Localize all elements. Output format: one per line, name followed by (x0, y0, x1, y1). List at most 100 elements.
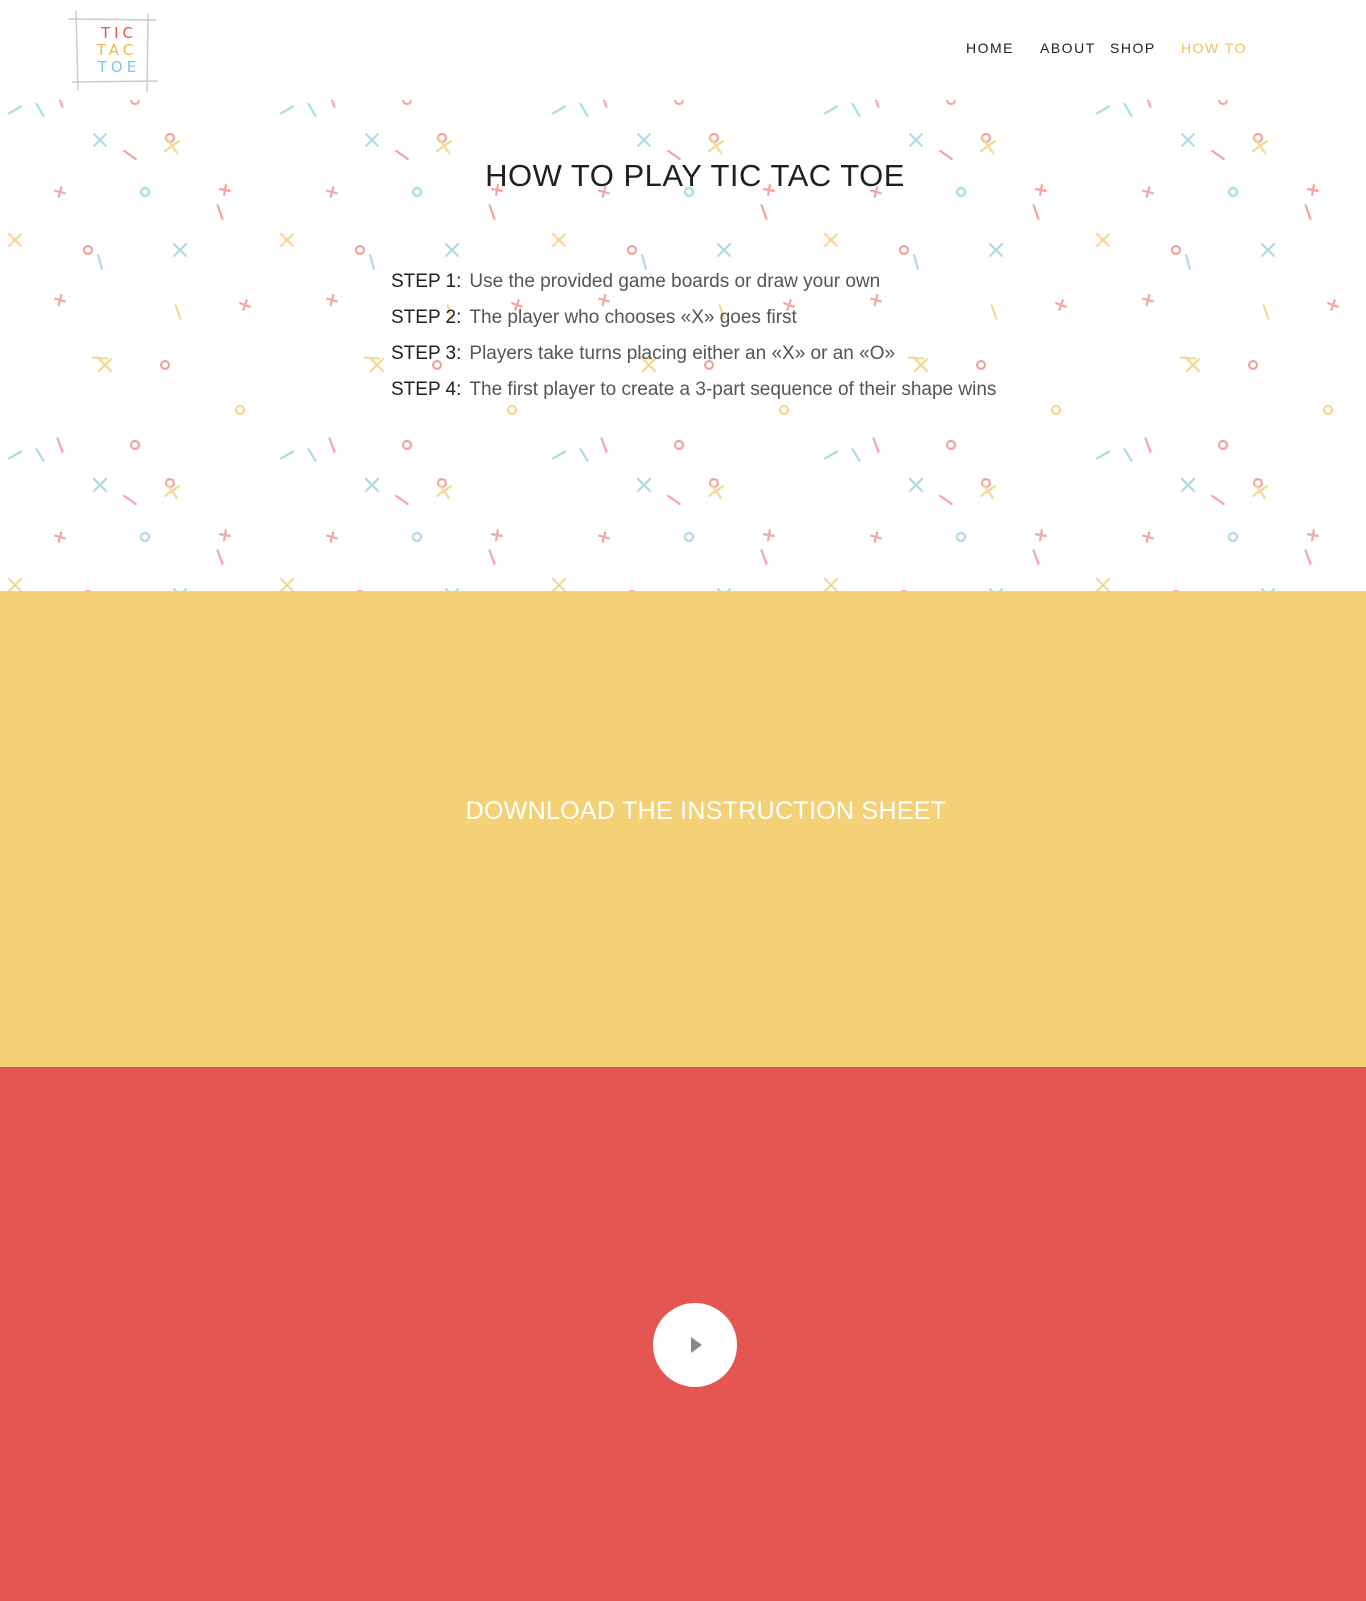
confetti-plus (870, 531, 882, 543)
confetti-dash (123, 494, 137, 506)
confetti-x (1260, 242, 1276, 258)
confetti-dash (551, 450, 567, 460)
confetti-dash (760, 549, 768, 565)
confetti-x (7, 232, 23, 248)
confetti-x (369, 357, 385, 373)
confetti-dash (851, 447, 861, 463)
confetti-x (988, 242, 1004, 258)
confetti-o (1227, 531, 1239, 543)
confetti-dash (7, 450, 23, 460)
confetti-o (945, 100, 957, 106)
confetti-dash (872, 100, 880, 108)
step-item: STEP 4: The first player to create a 3-pa… (391, 376, 1091, 412)
confetti-dash (488, 204, 496, 220)
confetti-dash (91, 356, 109, 360)
confetti-dash (56, 437, 64, 453)
confetti-o (1217, 439, 1229, 451)
how-to-hero: HOW TO PLAY TIC TAC TOE STEP 1: Use the p… (0, 100, 1366, 591)
video-section (0, 1067, 1366, 1601)
confetti-plus (1034, 528, 1048, 542)
confetti-o (626, 244, 638, 256)
confetti-dash (600, 100, 608, 108)
confetti-dash (1304, 549, 1312, 565)
nav-home[interactable]: HOME (966, 40, 1014, 56)
confetti-o (82, 244, 94, 256)
confetti-x (636, 132, 652, 148)
confetti-dash (1144, 100, 1152, 108)
confetti-o (673, 100, 685, 106)
confetti-dash (641, 254, 647, 270)
step-item: STEP 3: Players take turns placing either… (391, 340, 1091, 376)
confetti-x (636, 477, 652, 493)
confetti-x (823, 232, 839, 248)
confetti-x (1095, 577, 1111, 591)
confetti-o (401, 439, 413, 451)
confetti-plus (218, 528, 232, 542)
confetti-x (7, 577, 23, 591)
confetti-x (279, 232, 295, 248)
confetti-dash (760, 204, 768, 220)
confetti-x (1180, 132, 1196, 148)
confetti-dash (7, 105, 23, 115)
download-instruction-sheet-link[interactable]: DOWNLOAD THE INSTRUCTION SHEET (0, 797, 1366, 826)
step-text: Use the provided game boards or draw you… (469, 271, 881, 292)
confetti-dash (1095, 105, 1111, 115)
confetti-dash (35, 102, 45, 118)
confetti-dash (328, 437, 336, 453)
confetti-dash (851, 102, 861, 118)
confetti-dash (939, 494, 953, 506)
step-label: STEP 2: (391, 307, 462, 328)
confetti-x (444, 242, 460, 258)
confetti-o (1170, 244, 1182, 256)
confetti-dash (174, 304, 182, 320)
confetti-plus (598, 531, 610, 543)
confetti-o (401, 100, 413, 106)
nav-about[interactable]: ABOUT (1040, 40, 1096, 56)
confetti-plus (54, 294, 66, 306)
confetti-dash (216, 204, 224, 220)
step-item: STEP 1: Use the provided game boards or d… (391, 268, 1091, 304)
confetti-plus (326, 294, 338, 306)
confetti-plus (1327, 299, 1339, 311)
confetti-x (172, 242, 188, 258)
nav-how-to[interactable]: HOW TO (1181, 40, 1247, 56)
confetti-dash (307, 447, 317, 463)
confetti-dash (369, 254, 375, 270)
confetti-x (97, 357, 113, 373)
confetti-dash (872, 437, 880, 453)
confetti-dash (488, 549, 496, 565)
confetti-dash (1095, 450, 1111, 460)
confetti-dash (35, 447, 45, 463)
confetti-o (898, 244, 910, 256)
confetti-dash (1144, 437, 1152, 453)
confetti-plus (762, 528, 776, 542)
confetti-dash (579, 102, 589, 118)
confetti-x (1180, 477, 1196, 493)
confetti-dash (363, 356, 381, 360)
confetti-plus (1142, 531, 1154, 543)
logo-text-toe: TOE (97, 58, 141, 76)
confetti-x (279, 577, 295, 591)
confetti-o (139, 531, 151, 543)
confetti-plus (239, 299, 251, 311)
confetti-x (92, 477, 108, 493)
confetti-x (364, 477, 380, 493)
confetti-dash (97, 254, 103, 270)
confetti-dash (1032, 549, 1040, 565)
confetti-o (945, 439, 957, 451)
confetti-o (234, 404, 246, 416)
confetti-dash (1179, 356, 1197, 360)
steps-list: STEP 1: Use the provided game boards or d… (391, 268, 1091, 412)
confetti-x (1185, 357, 1201, 373)
nav-shop[interactable]: SHOP (1110, 40, 1156, 56)
confetti-dash (307, 102, 317, 118)
confetti-o (1217, 100, 1229, 106)
confetti-o (411, 531, 423, 543)
confetti-plus (490, 528, 504, 542)
confetti-o (673, 439, 685, 451)
confetti-o (159, 359, 171, 371)
play-button[interactable] (653, 1303, 737, 1387)
play-icon (691, 1337, 702, 1353)
confetti-x (823, 577, 839, 591)
confetti-plus (54, 531, 66, 543)
